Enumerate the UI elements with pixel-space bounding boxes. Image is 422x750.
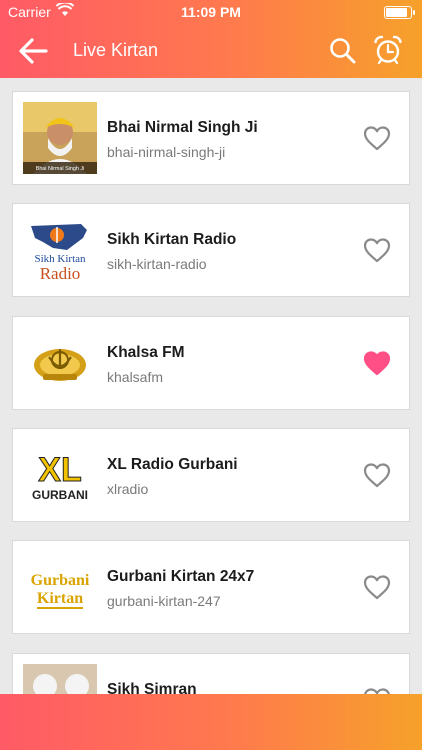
heart-icon[interactable]: [362, 573, 392, 601]
station-card-khalsa-fm[interactable]: Khalsa FM khalsafm: [12, 316, 410, 410]
heart-icon[interactable]: [362, 236, 392, 264]
navigation-bar: Live Kirtan: [0, 24, 422, 78]
station-name: Sikh Simran: [107, 681, 197, 694]
svg-text:Radio: Radio: [40, 264, 81, 283]
station-card-gurbani-kirtan-24x7[interactable]: Gurbani Kirtan Gurbani Kirtan 24x7 gurba…: [12, 540, 410, 634]
heart-icon[interactable]: [362, 686, 392, 694]
station-name: Gurbani Kirtan 24x7: [107, 568, 255, 585]
station-thumbnail: [23, 664, 97, 694]
station-card-sikh-kirtan-radio[interactable]: Sikh Kirtan Radio Sikh Kirtan Radio sikh…: [12, 203, 410, 297]
alarm-clock-icon[interactable]: [372, 34, 404, 66]
khalsa-fm-logo: [34, 349, 86, 381]
station-list: Bhai Nirmal Singh Ji Bhai Nirmal Singh J…: [0, 78, 422, 694]
station-slug: sikh-kirtan-radio: [107, 256, 207, 272]
station-name: Sikh Kirtan Radio: [107, 231, 237, 248]
station-slug: gurbani-kirtan-247: [107, 593, 221, 609]
station-name: Khalsa FM: [107, 344, 185, 361]
svg-text:Kirtan: Kirtan: [37, 590, 83, 607]
sikh-kirtan-radio-logo: Sikh Kirtan Radio: [31, 224, 87, 283]
search-icon[interactable]: [328, 36, 358, 66]
station-slug: xlradio: [107, 481, 149, 497]
station-name: Bhai Nirmal Singh Ji: [107, 119, 258, 136]
status-bar: Carrier 11:09 PM: [0, 0, 422, 24]
xl-radio-logo: XL GURBANI: [32, 451, 88, 503]
station-slug: bhai-nirmal-singh-ji: [107, 144, 226, 160]
svg-text:XL: XL: [38, 451, 81, 489]
heart-icon[interactable]: [362, 349, 392, 377]
sikh-simran-image: [23, 664, 97, 694]
station-slug: khalsafm: [107, 369, 164, 385]
station-name: XL Radio Gurbani: [107, 456, 238, 473]
station-card-bhai-nirmal-singh-ji[interactable]: Bhai Nirmal Singh Ji Bhai Nirmal Singh J…: [12, 91, 410, 185]
station-thumbnail: XL GURBANI: [23, 439, 97, 511]
bottom-bar: [0, 694, 422, 750]
gurbani-kirtan-logo: Gurbani Kirtan: [31, 572, 90, 609]
arrow-left-icon[interactable]: [16, 34, 50, 68]
station-thumbnail: Sikh Kirtan Radio: [23, 214, 97, 286]
station-card-sikh-simran[interactable]: Sikh Simran: [12, 653, 410, 694]
svg-text:Gurbani: Gurbani: [31, 572, 90, 589]
heart-icon[interactable]: [362, 461, 392, 489]
clock: 11:09 PM: [181, 4, 241, 20]
station-card-xl-radio-gurbani[interactable]: XL GURBANI XL Radio Gurbani xlradio: [12, 428, 410, 522]
station-thumbnail: Bhai Nirmal Singh Ji: [23, 102, 97, 174]
station-thumbnail: [23, 327, 97, 399]
top-bar: Carrier 11:09 PM Live Kirtan: [0, 0, 422, 78]
station-thumbnail: Gurbani Kirtan: [23, 551, 97, 623]
heart-icon[interactable]: [362, 124, 392, 152]
battery-icon: [384, 6, 415, 19]
svg-text:Bhai Nirmal Singh Ji: Bhai Nirmal Singh Ji: [36, 166, 85, 172]
svg-text:GURBANI: GURBANI: [32, 488, 88, 502]
page-title: Live Kirtan: [73, 40, 159, 60]
portrait-image: Bhai Nirmal Singh Ji: [23, 102, 97, 174]
